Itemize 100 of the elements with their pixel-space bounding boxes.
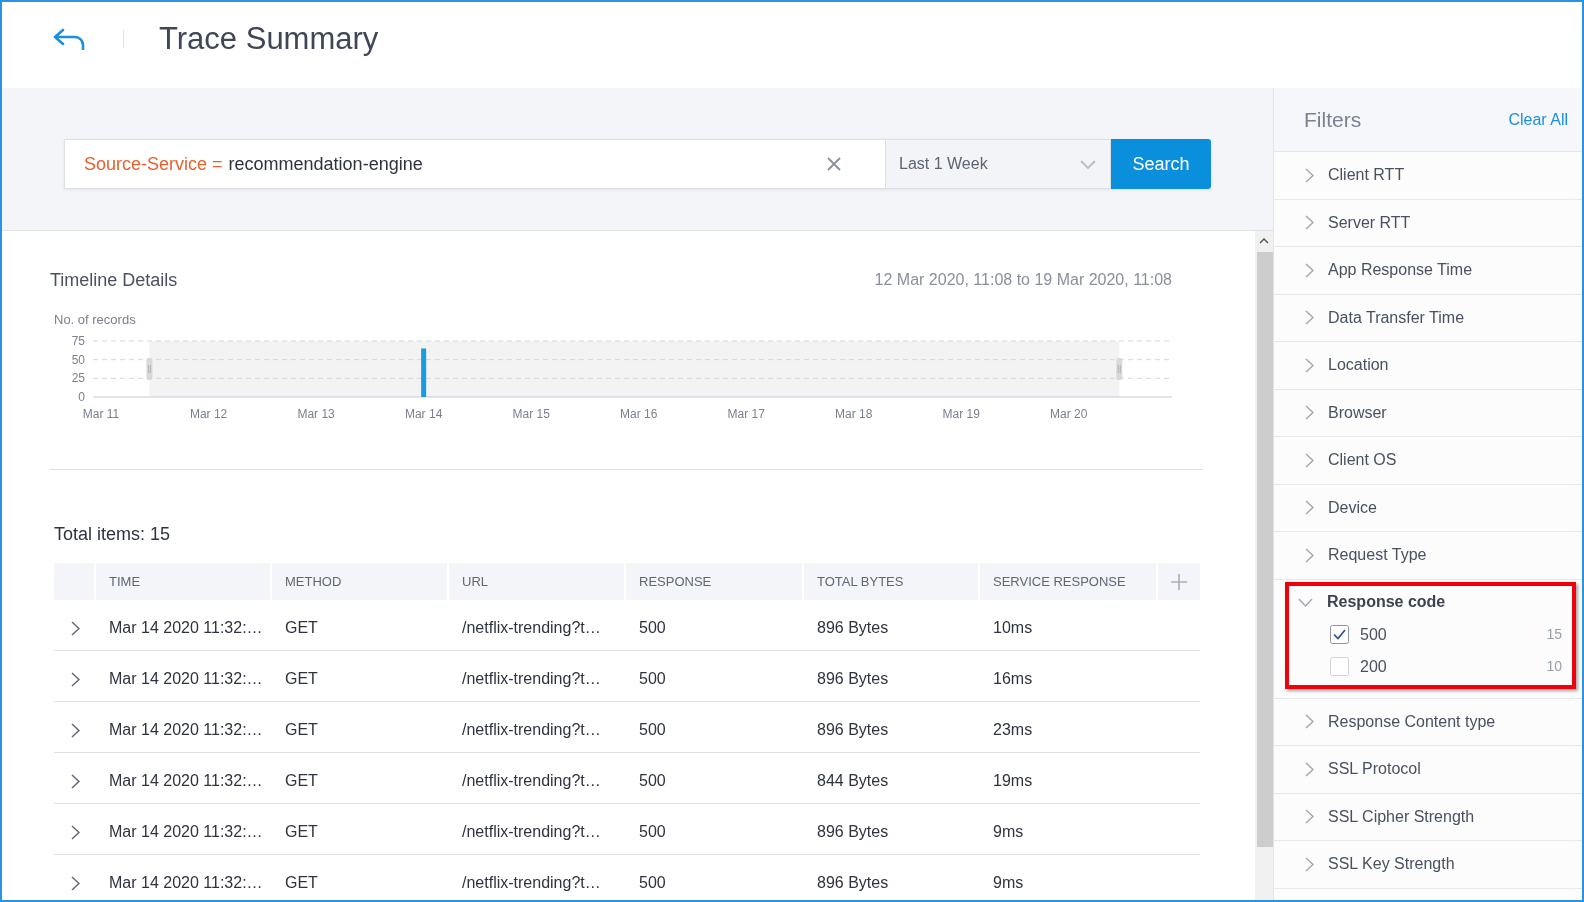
total-items-text: Total items: 15: [53, 523, 172, 546]
chevron-right-icon: [1305, 357, 1314, 373]
back-icon[interactable]: [53, 28, 85, 50]
table-cell-text: 16ms: [992, 669, 1034, 689]
chevron-right-icon[interactable]: [70, 875, 80, 891]
table-cell-text: 9ms: [992, 822, 1025, 842]
x-tick-label: Mar 16: [620, 407, 658, 421]
chevron-right-icon[interactable]: [70, 773, 80, 789]
filter-row[interactable]: Server RTT: [1274, 199, 1582, 246]
chevron-right-icon: [1305, 714, 1314, 730]
filter-row[interactable]: Response Content type: [1274, 698, 1582, 745]
chevron-right-icon[interactable]: [70, 824, 80, 840]
filter-row[interactable]: App Response Time: [1274, 247, 1582, 294]
filter-row[interactable]: Client RTT: [1274, 152, 1582, 199]
table-cell-text: /netflix-trending?t…: [461, 669, 602, 689]
bar: [421, 348, 427, 397]
filter-row[interactable]: SSL Key Strength: [1274, 841, 1582, 888]
filter-row[interactable]: Device: [1274, 484, 1582, 531]
checkbox[interactable]: [1330, 625, 1349, 644]
date-range-text: 12 Mar 2020, 11:08 to 19 Mar 2020, 11:08: [874, 270, 1172, 290]
filter-row[interactable]: Client OS: [1274, 437, 1582, 484]
chevron-right-icon: [1305, 547, 1314, 563]
chevron-right-icon: [1305, 809, 1314, 825]
filter-row[interactable]: Location: [1274, 342, 1582, 389]
table-cell-text: 896 Bytes: [816, 720, 890, 740]
table-cell-text: 500: [638, 618, 667, 638]
table-cell-text: GET: [284, 669, 319, 689]
scroll-up-icon[interactable]: [1259, 238, 1269, 244]
chevron-right-icon[interactable]: [70, 671, 80, 687]
table-cell-text: 10ms: [992, 618, 1034, 638]
table-cell-text: 844 Bytes: [816, 771, 890, 791]
chevron-right-icon: [1305, 761, 1314, 777]
table-cell-text: 23ms: [992, 720, 1034, 740]
scrollbar-thumb[interactable]: [1257, 252, 1273, 847]
time-range-dropdown[interactable]: Last 1 Week: [886, 139, 1111, 189]
table-cell-text: 500: [638, 822, 667, 842]
x-tick-label: Mar 11: [82, 407, 120, 421]
x-tick-label: Mar 18: [835, 407, 873, 421]
table-cell-text: /netflix-trending?t…: [461, 720, 602, 740]
filter-row[interactable]: Browser: [1274, 389, 1582, 436]
y-tick-label: 25: [71, 371, 85, 386]
table-cell-text: 896 Bytes: [816, 822, 890, 842]
table-cell-text: 500: [638, 669, 667, 689]
x-tick-label: Mar 19: [942, 407, 980, 421]
chevron-right-icon: [1305, 215, 1314, 231]
search-field[interactable]: Source-Service = recommendation-engine: [64, 139, 886, 189]
filter-row[interactable]: SSL Cipher Strength: [1274, 793, 1582, 840]
table-cell-text: 9ms: [992, 873, 1025, 893]
chevron-right-icon: [1305, 405, 1314, 421]
table-cell-text: Mar 14 2020 11:32:…: [108, 822, 264, 842]
column-header: TIME: [96, 563, 270, 600]
filter-row[interactable]: SSL Protocol: [1274, 746, 1582, 793]
table-cell-text: Mar 14 2020 11:32:…: [108, 771, 264, 791]
table-cell-text: 500: [638, 720, 667, 740]
table-cell-text: GET: [284, 873, 319, 893]
column-header: URL: [449, 563, 624, 600]
table-cell-text: 896 Bytes: [816, 669, 890, 689]
chevron-right-icon[interactable]: [70, 620, 80, 636]
filter-row[interactable]: Data Transfer Time: [1274, 294, 1582, 341]
table-cell-text: Mar 14 2020 11:32:…: [108, 873, 264, 893]
table-cell-text: 896 Bytes: [816, 618, 890, 638]
filter-row[interactable]: Request Type: [1274, 532, 1582, 579]
table-cell-text: 500: [638, 873, 667, 893]
table-cell-text: /netflix-trending?t…: [461, 822, 602, 842]
chevron-right-icon: [1305, 856, 1314, 872]
y-tick-label: 0: [78, 390, 85, 404]
x-tick-label: Mar 20: [1050, 407, 1088, 421]
section-title: Timeline Details: [50, 269, 178, 292]
scrollbar[interactable]: [1255, 231, 1273, 900]
table-cell-text: 19ms: [992, 771, 1034, 791]
plus-icon: [1171, 573, 1187, 590]
table-cell-text: GET: [284, 618, 319, 638]
filter-row[interactable]: Response code: [1289, 585, 1572, 619]
axis-title: No. of records: [54, 312, 136, 327]
option-label: 200: [1360, 656, 1388, 677]
chevron-right-icon: [1305, 262, 1314, 278]
table-cell-text: GET: [284, 771, 319, 791]
table-cell-text: 500: [638, 771, 667, 791]
option-count: 15: [1546, 625, 1562, 644]
x-tick-label: Mar 15: [512, 407, 550, 421]
chevron-right-icon: [1305, 500, 1314, 516]
search-button[interactable]: Search: [1111, 139, 1211, 189]
option-label: 500: [1360, 624, 1388, 645]
chevron-down-icon: [1298, 597, 1313, 607]
checkbox[interactable]: [1330, 657, 1349, 676]
chevron-right-icon[interactable]: [70, 722, 80, 738]
table-cell-text: /netflix-trending?t…: [461, 618, 602, 638]
caret-icon: [1080, 159, 1096, 169]
y-tick-label: 75: [71, 334, 85, 348]
y-tick-label: 50: [71, 352, 85, 367]
x-tick-label: Mar 17: [727, 407, 765, 421]
table-cell-text: Mar 14 2020 11:32:…: [108, 720, 264, 740]
table-cell-text: Mar 14 2020 11:32:…: [108, 618, 264, 638]
x-tick-label: Mar 12: [189, 407, 228, 421]
column-header: TOTAL BYTES: [804, 563, 978, 600]
chevron-right-icon: [1305, 310, 1314, 326]
table-cell-text: GET: [284, 822, 319, 842]
close-icon[interactable]: [827, 157, 841, 171]
x-tick-label: Mar 14: [404, 407, 443, 421]
x-tick-label: Mar 13: [297, 407, 335, 421]
